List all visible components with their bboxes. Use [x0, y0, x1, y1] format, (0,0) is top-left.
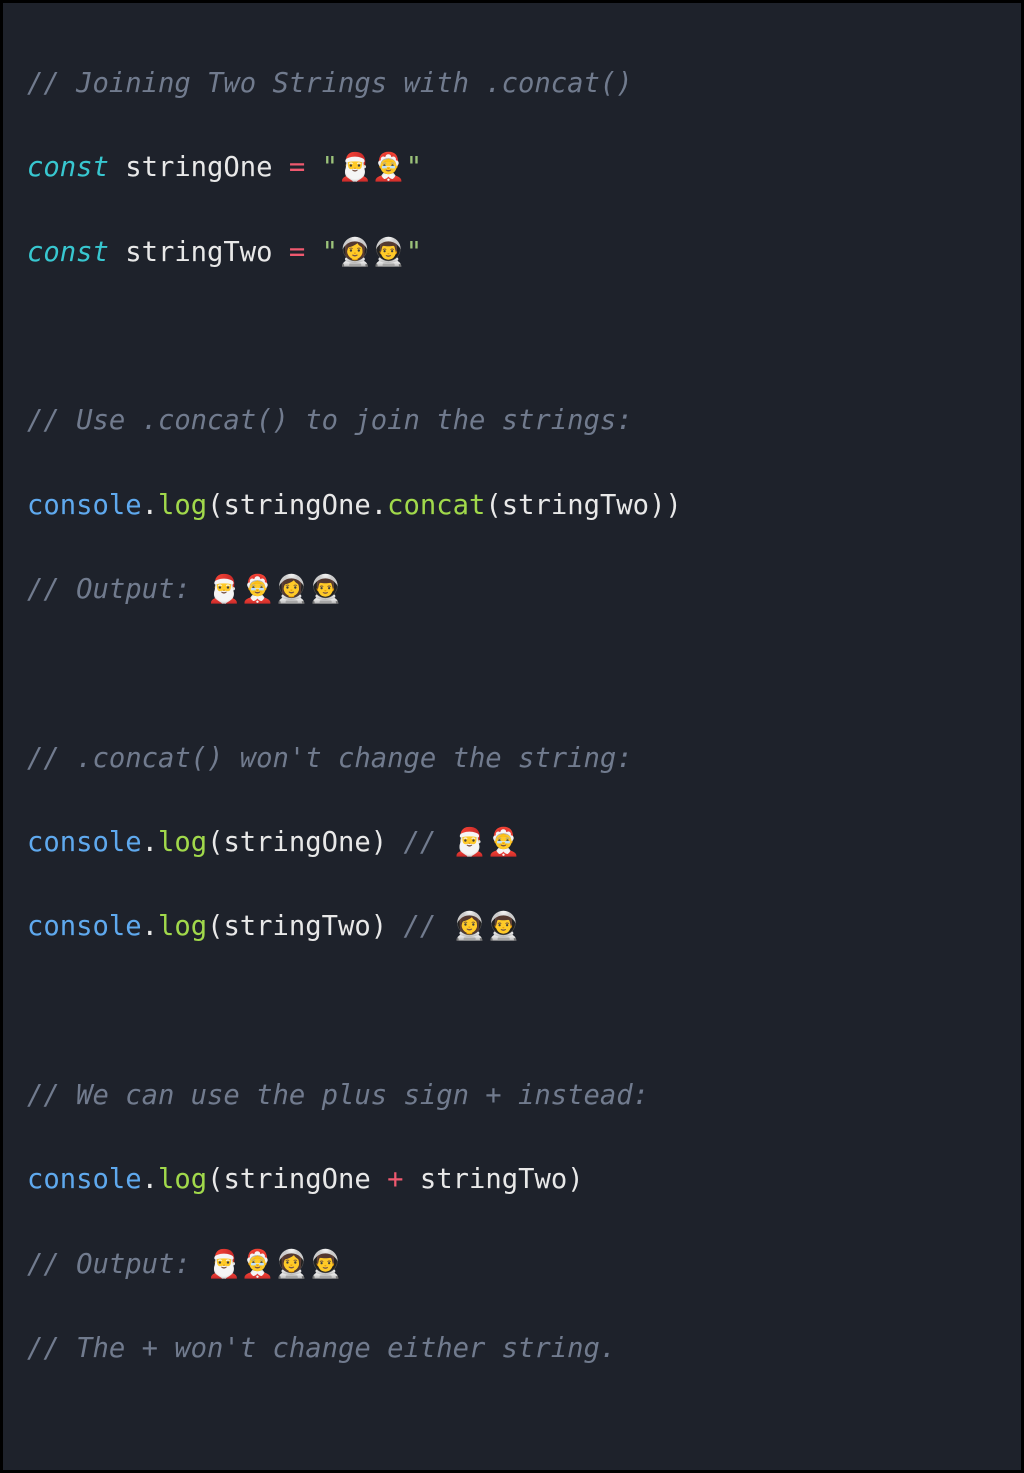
astronaut-f-emoji: 👩‍🚀: [275, 574, 309, 605]
plus-operator: +: [387, 1164, 403, 1195]
identifier: stringOne: [223, 1164, 387, 1195]
santa-emoji: 🎅: [207, 574, 241, 605]
identifier: stringTwo: [404, 1164, 568, 1195]
paren: (: [207, 827, 223, 858]
comment-text: // Joining Two Strings with .concat(): [27, 68, 633, 99]
santa-emoji: 🎅: [207, 1249, 241, 1280]
comment-text: // Output: 🎅🤶👩‍🚀👨‍🚀: [27, 1249, 343, 1280]
code-line: const stringTwo = "👩‍🚀👨‍🚀": [27, 232, 997, 274]
astronaut-m-emoji: 👨‍🚀: [309, 574, 343, 605]
identifier: stringTwo: [223, 911, 370, 942]
mrsclaus-emoji: 🤶: [241, 1249, 275, 1280]
paren: ): [567, 1164, 583, 1195]
identifier: stringOne: [109, 152, 289, 183]
dot: .: [142, 827, 158, 858]
comment-prefix: // Output:: [27, 574, 207, 605]
dot: .: [371, 490, 387, 521]
code-line: console.log(stringOne + stringTwo): [27, 1159, 997, 1201]
concat-method: concat: [387, 490, 485, 521]
comment-text: // .concat() won't change the string:: [27, 743, 633, 774]
blank-line: [27, 991, 997, 1033]
comment-text: // Use .concat() to join the strings:: [27, 405, 633, 436]
astronaut-f-emoji: 👩‍🚀: [338, 237, 372, 268]
code-line: const stringOne = "🎅🤶": [27, 147, 997, 189]
comment-prefix: // Output:: [27, 1249, 207, 1280]
log-method: log: [158, 490, 207, 521]
string-close: ": [406, 152, 422, 183]
blank-line: [27, 316, 997, 358]
astronaut-m-emoji: 👨‍🚀: [372, 237, 406, 268]
paren: ): [371, 827, 404, 858]
dot: .: [142, 490, 158, 521]
mrsclaus-emoji: 🤶: [241, 574, 275, 605]
console-object: console: [27, 911, 142, 942]
console-object: console: [27, 827, 142, 858]
string-open: ": [305, 152, 338, 183]
paren: (: [485, 490, 501, 521]
dot: .: [142, 1164, 158, 1195]
astronaut-f-emoji: 👩‍🚀: [275, 1249, 309, 1280]
code-line: console.log(stringOne.concat(stringTwo)): [27, 485, 997, 527]
comment-prefix: //: [404, 827, 453, 858]
code-line: // Joining Two Strings with .concat(): [27, 63, 997, 105]
paren: (: [207, 1164, 223, 1195]
santa-emoji: 🎅: [453, 827, 487, 858]
astronaut-m-emoji: 👨‍🚀: [309, 1249, 343, 1280]
mrsclaus-emoji: 🤶: [372, 152, 406, 183]
code-line: // Use .concat() to join the strings:: [27, 400, 997, 442]
comment-text: // The + won't change either string.: [27, 1333, 616, 1364]
dot: .: [142, 911, 158, 942]
console-object: console: [27, 1164, 142, 1195]
console-object: console: [27, 490, 142, 521]
code-line: // .concat() won't change the string:: [27, 738, 997, 780]
log-method: log: [158, 1164, 207, 1195]
keyword: const: [27, 237, 109, 268]
code-line: console.log(stringOne) // 🎅🤶: [27, 822, 997, 864]
comment-text: // We can use the plus sign + instead:: [27, 1080, 649, 1111]
log-method: log: [158, 911, 207, 942]
identifier: stringTwo: [109, 237, 289, 268]
mrsclaus-emoji: 🤶: [486, 827, 520, 858]
comment-prefix: //: [404, 911, 453, 942]
code-line: // Output: 🎅🤶👩‍🚀👨‍🚀: [27, 569, 997, 611]
code-line: console.log(stringTwo) // 👩‍🚀👨‍🚀: [27, 906, 997, 948]
paren: (: [207, 490, 223, 521]
operator: =: [289, 152, 305, 183]
comment-text: // Output: 🎅🤶👩‍🚀👨‍🚀: [27, 574, 343, 605]
astronaut-m-emoji: 👨‍🚀: [486, 911, 520, 942]
paren: ): [371, 911, 404, 942]
paren: (: [207, 911, 223, 942]
operator: =: [289, 237, 305, 268]
paren: )): [649, 490, 682, 521]
identifier: stringTwo: [502, 490, 649, 521]
blank-line: [27, 1412, 997, 1454]
code-line: // We can use the plus sign + instead:: [27, 1075, 997, 1117]
code-line: // Output: 🎅🤶👩‍🚀👨‍🚀: [27, 1244, 997, 1286]
astronaut-f-emoji: 👩‍🚀: [453, 911, 487, 942]
comment-text: // 👩‍🚀👨‍🚀: [404, 911, 521, 942]
log-method: log: [158, 827, 207, 858]
string-open: ": [305, 237, 338, 268]
blank-line: [27, 653, 997, 695]
string-close: ": [406, 237, 422, 268]
code-block: // Joining Two Strings with .concat() co…: [0, 0, 1024, 1473]
santa-emoji: 🎅: [338, 152, 372, 183]
code-line: // The + won't change either string.: [27, 1328, 997, 1370]
identifier: stringOne: [223, 490, 370, 521]
comment-text: // 🎅🤶: [404, 827, 521, 858]
keyword: const: [27, 152, 109, 183]
identifier: stringOne: [223, 827, 370, 858]
